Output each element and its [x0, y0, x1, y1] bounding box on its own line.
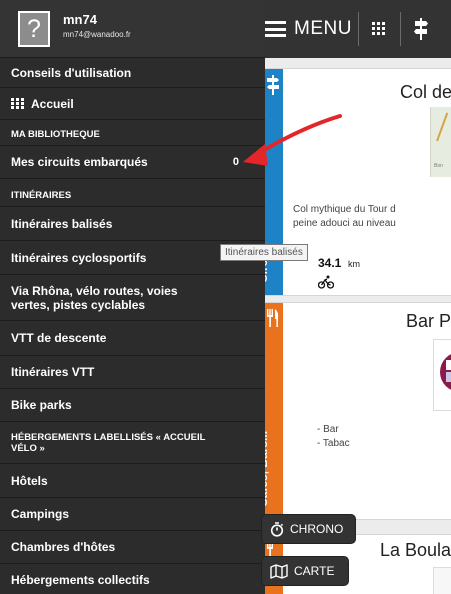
card-title[interactable]: Col de [400, 82, 451, 103]
sidebar-item-label: Hôtels [11, 473, 48, 488]
section-header-itineraires: ITINÉRAIRES [0, 179, 265, 207]
sidebar-item-bike-parks[interactable]: Bike parks [0, 389, 265, 422]
stopwatch-icon [270, 521, 284, 537]
card-title[interactable]: La Boula [380, 540, 451, 561]
distance-unit: km [348, 259, 360, 269]
section-header-bibliotheque: MA BIBLIOTHEQUE [0, 120, 265, 146]
sidebar-item-hotels[interactable]: Hôtels [0, 464, 265, 498]
hamburger-icon [264, 21, 286, 37]
sidebar-item-conseils[interactable]: Conseils d'utilisation [0, 58, 265, 88]
section-header-label: MA BIBLIOTHEQUE [11, 129, 100, 140]
bike-icon [318, 275, 334, 289]
toolbar-separator [358, 12, 359, 46]
section-header-hebergements: HÉBERGEMENTS LABELLISÉS « ACCUEIL VÉLO » [0, 422, 265, 464]
sidebar-item-via-rhona[interactable]: Via Rhôna, vélo routes, voies vertes, pi… [0, 275, 265, 321]
avatar[interactable]: ? [18, 11, 50, 47]
sidebar-item-hebergements-collectifs[interactable]: Hébergements collectifs [0, 564, 265, 594]
sidebar-item-campings[interactable]: Campings [0, 498, 265, 531]
chrono-label: CHRONO [290, 522, 344, 536]
map-thumbnail: Bon [430, 107, 451, 177]
fork-knife-icon [267, 309, 279, 327]
sidebar-item-label: vertes, pistes cyclables [11, 297, 146, 312]
top-bar: MENU [258, 0, 451, 58]
grid-icon[interactable] [372, 22, 385, 35]
signpost-icon [267, 75, 279, 95]
category-band: Cafés, Bars... [256, 303, 283, 519]
tooltip: Itinéraires balisés [220, 244, 308, 261]
sidebar-item-label: Itinéraires VTT [11, 365, 95, 379]
chrono-button[interactable]: CHRONO [261, 514, 356, 544]
sidebar-item-label: Accueil [31, 96, 74, 111]
poi-image [433, 567, 451, 594]
sidebar-item-mes-circuits[interactable]: Mes circuits embarqués 0 [0, 146, 265, 179]
sidebar-item-chambres[interactable]: Chambres d'hôtes [0, 531, 265, 564]
card-description-line: - Tabac [317, 438, 350, 449]
poi-logo [433, 339, 451, 411]
grid-icon [11, 98, 24, 109]
sidebar-item-label: Via Rhôna, vélo routes, voies [11, 283, 178, 298]
sidebar-item-label: Itinéraires balisés [11, 216, 113, 231]
section-header-label: ITINÉRAIRES [11, 190, 72, 201]
user-profile[interactable]: ? mn74 mn74@wanadoo.fr [0, 0, 265, 58]
sidebar-item-vtt-descente[interactable]: VTT de descente [0, 321, 265, 356]
card-description-line: Col mythique du Tour d [293, 204, 396, 215]
section-header-label: VÉLO » [11, 442, 45, 454]
card-description-line: - Bar [317, 424, 339, 435]
sidebar-menu: ? mn74 mn74@wanadoo.fr Conseils d'utilis… [0, 0, 265, 594]
sidebar-item-label: Itinéraires cyclosportifs [11, 250, 147, 265]
carte-button[interactable]: CARTE [261, 556, 349, 586]
card-title[interactable]: Bar P [406, 311, 451, 332]
carte-label: CARTE [294, 564, 335, 578]
sidebar-item-label: Hébergements collectifs [11, 573, 150, 587]
card-description-line: peine adouci au niveau [293, 218, 396, 229]
sidebar-item-label: Mes circuits embarqués [11, 155, 148, 169]
map-icon [270, 563, 288, 579]
category-band: Circuit [256, 69, 283, 295]
circuit-card[interactable]: Circuit Col de Bon Col mythique du Tour … [256, 68, 451, 296]
distance-value: 34.1 [318, 256, 342, 270]
sidebar-item-label: Campings [11, 507, 70, 521]
user-email: mn74@wanadoo.fr [63, 30, 131, 39]
poi-card[interactable]: Cafés, Bars... Bar P - Bar - Tabac [256, 302, 451, 520]
sidebar-item-label: Chambres d'hôtes [11, 540, 116, 554]
sidebar-item-itineraires-vtt[interactable]: Itinéraires VTT [0, 356, 265, 389]
menu-label: MENU [294, 18, 352, 39]
username: mn74 [63, 12, 97, 27]
sidebar-item-label: VTT de descente [11, 331, 107, 345]
sidebar-item-accueil[interactable]: Accueil [0, 88, 265, 120]
menu-button[interactable]: MENU [264, 18, 352, 40]
toolbar-separator [400, 12, 401, 46]
section-header-label: HÉBERGEMENTS LABELLISÉS « ACCUEIL [11, 431, 206, 443]
sidebar-item-itineraires-balises[interactable]: Itinéraires balisés [0, 207, 265, 241]
sidebar-item-label: Bike parks [11, 398, 72, 412]
signpost-icon[interactable] [414, 18, 428, 40]
item-count: 0 [232, 156, 239, 168]
sidebar-item-label: Conseils d'utilisation [11, 65, 132, 80]
map-place-label: Bon [434, 163, 443, 169]
